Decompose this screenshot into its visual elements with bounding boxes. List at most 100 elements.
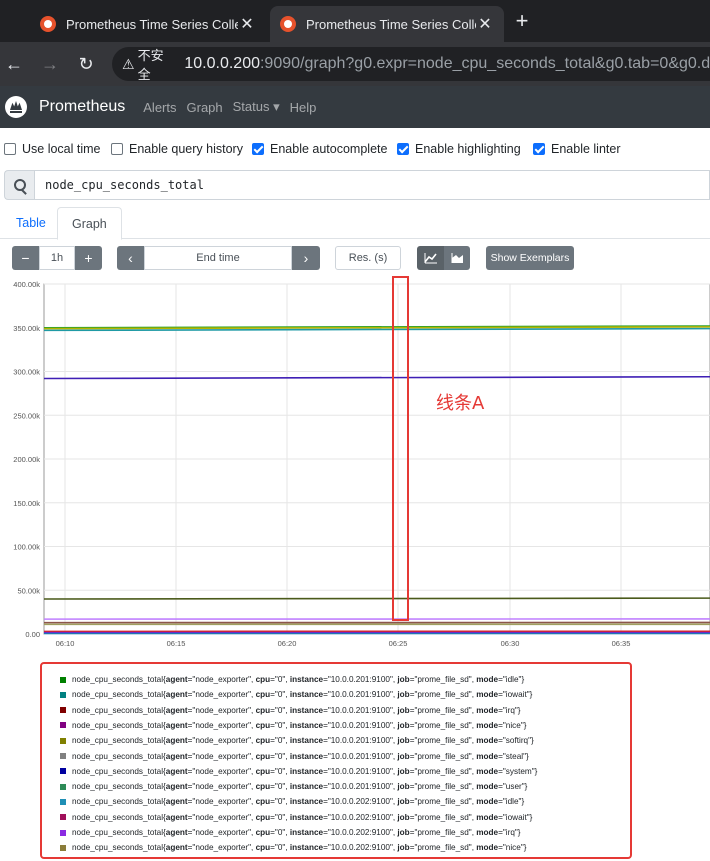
legend-swatch <box>60 737 66 744</box>
option-label: Enable query history <box>129 142 243 156</box>
option-label: Enable highlighting <box>415 142 521 156</box>
increase-range-button[interactable]: + <box>75 246 102 270</box>
checkbox[interactable] <box>533 143 545 155</box>
legend-item[interactable]: node_cpu_seconds_total{agent="node_expor… <box>60 672 524 687</box>
legend-item[interactable]: node_cpu_seconds_total{agent="node_expor… <box>60 703 521 718</box>
y-tick-label: 100.00k <box>13 543 40 552</box>
legend-label: node_cpu_seconds_total{agent="node_expor… <box>72 736 534 746</box>
x-tick-label: 06:25 <box>389 639 408 648</box>
nav-status-dropdown[interactable]: Status ▾ <box>233 99 280 115</box>
option-label: Enable linter <box>551 142 621 156</box>
panel-tabs: Table Graph <box>0 207 710 240</box>
legend-item[interactable]: node_cpu_seconds_total{agent="node_expor… <box>60 810 532 825</box>
browser-tab-1[interactable]: Prometheus Time Series Colle ✕ <box>30 6 266 42</box>
option-use-local-time[interactable]: Use local time <box>4 142 101 156</box>
checkbox[interactable] <box>252 143 264 155</box>
previous-time-button[interactable]: ‹ <box>117 246 144 270</box>
option-query-history[interactable]: Enable query history <box>111 142 243 156</box>
range-input[interactable]: 1h <box>39 246 75 270</box>
nav-help[interactable]: Help <box>290 100 317 115</box>
legend-swatch <box>60 753 66 759</box>
browser-tab-title: Prometheus Time Series Colle <box>306 16 476 32</box>
prometheus-favicon-icon <box>40 16 56 32</box>
legend-item[interactable]: node_cpu_seconds_total{agent="node_expor… <box>60 840 526 855</box>
legend-label: node_cpu_seconds_total{agent="node_expor… <box>72 675 525 684</box>
expression-row: node_cpu_seconds_total <box>4 170 710 200</box>
security-indicator[interactable]: ⚠ 不安全 <box>122 45 184 83</box>
x-tick-label: 06:15 <box>167 639 186 648</box>
legend-swatch <box>60 722 66 729</box>
legend-label: node_cpu_seconds_total{agent="node_expor… <box>72 690 533 700</box>
y-tick-label: 150.00k <box>13 499 40 508</box>
x-tick-label: 06:20 <box>278 639 297 648</box>
legend-item[interactable]: node_cpu_seconds_total{agent="node_expor… <box>60 764 537 779</box>
browser-tab-title: Prometheus Time Series Colle <box>66 16 238 32</box>
back-arrow-icon[interactable]: ← <box>0 50 28 78</box>
browser-tab-2[interactable]: Prometheus Time Series Colle ✕ <box>270 6 504 42</box>
close-icon[interactable]: ✕ <box>238 14 256 34</box>
address-bar: ← → ↻ ⚠ 不安全 10.0.0.200:9090/graph?g0.exp… <box>0 42 710 86</box>
resolution-input[interactable]: Res. (s) <box>335 246 401 270</box>
close-icon[interactable]: ✕ <box>476 14 494 34</box>
legend-item[interactable]: node_cpu_seconds_total{agent="node_expor… <box>60 718 526 733</box>
legend-swatch <box>60 691 66 698</box>
url-host: 10.0.0.200 <box>184 55 260 72</box>
legend-label: node_cpu_seconds_total{agent="node_expor… <box>72 843 527 853</box>
legend-item[interactable]: node_cpu_seconds_total{agent="node_expor… <box>60 749 529 764</box>
new-tab-button[interactable]: + <box>510 8 534 34</box>
legend-label: node_cpu_seconds_total{agent="node_expor… <box>72 782 528 792</box>
option-linter[interactable]: Enable linter <box>533 142 621 156</box>
x-tick-label: 06:30 <box>501 639 520 648</box>
navbar-brand[interactable]: Prometheus <box>39 98 125 116</box>
prometheus-favicon-icon <box>280 16 296 32</box>
series-line <box>43 597 710 600</box>
reload-icon[interactable]: ↻ <box>72 50 100 78</box>
legend-item[interactable]: node_cpu_seconds_total{agent="node_expor… <box>60 794 524 809</box>
y-tick-label: 50.00k <box>17 586 40 595</box>
prometheus-logo-icon <box>5 96 27 118</box>
y-tick-label: 250.00k <box>13 411 40 420</box>
legend-item[interactable]: node_cpu_seconds_total{agent="node_expor… <box>60 733 534 748</box>
legend-swatch <box>60 814 66 821</box>
next-time-button[interactable]: › <box>292 246 320 270</box>
nav-graph[interactable]: Graph <box>187 100 223 115</box>
line-chart: 0.00 50.00k 100.00k 150.00k 200.00k 250.00k 30… <box>13 280 710 648</box>
option-label: Use local time <box>22 142 101 156</box>
browser-tab-strip: Prometheus Time Series Colle ✕ Prometheu… <box>0 0 710 42</box>
legend-swatch <box>60 844 66 851</box>
query-options: Use local time Enable query history Enab… <box>0 138 710 162</box>
decrease-range-button[interactable]: − <box>12 246 39 270</box>
prometheus-navbar: Prometheus Alerts Graph Status ▾ Help <box>0 86 710 128</box>
legend-item[interactable]: node_cpu_seconds_total{agent="node_expor… <box>60 779 527 794</box>
unstacked-line-icon[interactable] <box>417 246 444 270</box>
legend-swatch <box>60 676 66 683</box>
option-autocomplete[interactable]: Enable autocomplete <box>252 142 387 156</box>
legend-swatch <box>60 707 66 714</box>
tab-graph[interactable]: Graph <box>57 207 122 240</box>
tab-table[interactable]: Table <box>2 207 60 239</box>
legend-swatch <box>60 829 66 836</box>
stacked-area-icon[interactable] <box>444 246 470 270</box>
url-text: 10.0.0.200:9090/graph?g0.expr=node_cpu_s… <box>184 55 710 73</box>
legend-item[interactable]: node_cpu_seconds_total{agent="node_expor… <box>60 825 521 840</box>
checkbox[interactable] <box>4 143 16 155</box>
end-time-input[interactable]: End time <box>144 246 292 270</box>
legend-label: node_cpu_seconds_total{agent="node_expor… <box>72 812 533 822</box>
option-highlighting[interactable]: Enable highlighting <box>397 142 521 156</box>
y-tick-label: 350.00k <box>13 324 40 333</box>
legend-swatch <box>60 768 66 775</box>
nav-alerts[interactable]: Alerts <box>143 100 176 115</box>
show-exemplars-button[interactable]: Show Exemplars <box>486 246 574 270</box>
checkbox[interactable] <box>111 143 123 155</box>
x-tick-label: 06:35 <box>612 639 631 648</box>
url-omnibox[interactable]: ⚠ 不安全 10.0.0.200:9090/graph?g0.expr=node… <box>112 45 710 83</box>
series-legend: node_cpu_seconds_total{agent="node_expor… <box>40 662 632 859</box>
expression-input[interactable]: node_cpu_seconds_total <box>34 170 710 200</box>
forward-arrow-icon[interactable]: → <box>36 50 64 78</box>
legend-label: node_cpu_seconds_total{agent="node_expor… <box>72 720 527 730</box>
checkbox[interactable] <box>397 143 409 155</box>
legend-label: node_cpu_seconds_total{agent="node_expor… <box>72 797 525 807</box>
legend-swatch <box>60 798 66 805</box>
y-tick-label: 400.00k <box>13 280 40 289</box>
legend-item[interactable]: node_cpu_seconds_total{agent="node_expor… <box>60 687 532 702</box>
